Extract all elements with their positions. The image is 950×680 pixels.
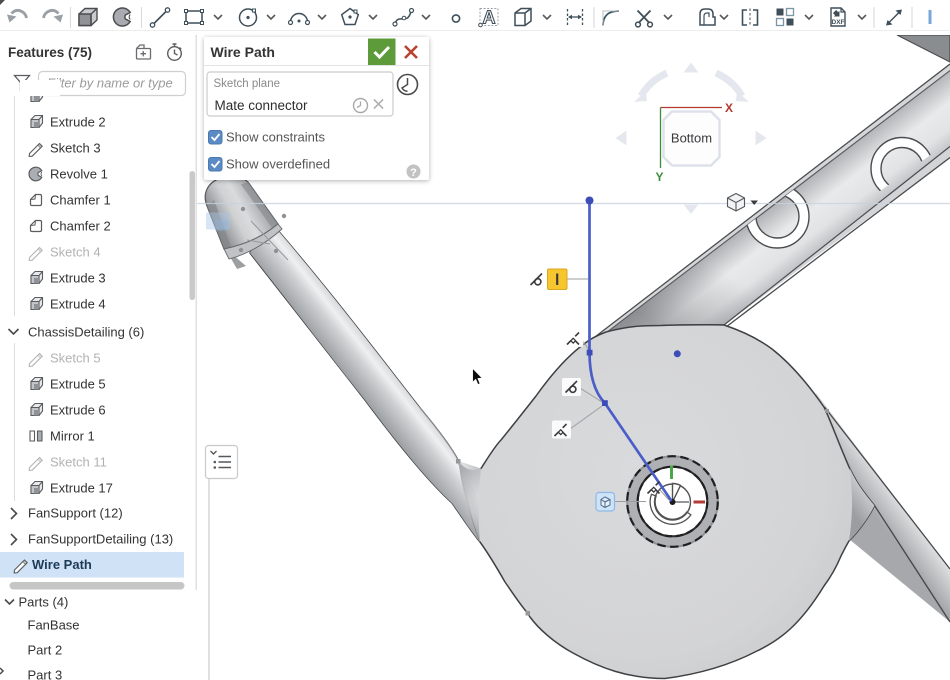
svg-text:Extrude 5: Extrude 5 (50, 377, 106, 392)
svg-text:Show constraints: Show constraints (226, 130, 325, 145)
svg-text:Mirror 1: Mirror 1 (50, 429, 95, 444)
svg-text:Sketch plane: Sketch plane (214, 78, 281, 90)
svg-text:Extrude 2: Extrude 2 (50, 115, 106, 130)
svg-text:FanSupportDetailing (13): FanSupportDetailing (13) (28, 532, 173, 547)
svg-text:Parts (4): Parts (4) (19, 595, 69, 610)
svg-text:Revolve 1: Revolve 1 (50, 167, 108, 182)
svg-text:Wire Path: Wire Path (32, 557, 92, 572)
svg-text:Extrude 6: Extrude 6 (50, 403, 106, 418)
svg-text:Sketch 4: Sketch 4 (50, 245, 101, 260)
svg-text:X: X (725, 101, 733, 115)
svg-text:DXF: DXF (832, 19, 845, 26)
svg-text:?: ? (410, 167, 417, 179)
svg-text:Bottom: Bottom (671, 131, 712, 146)
svg-text:Chamfer 1: Chamfer 1 (50, 193, 111, 208)
svg-text:Extrude 4: Extrude 4 (50, 297, 106, 312)
svg-text:Part 2: Part 2 (28, 643, 63, 658)
svg-text:Chamfer 2: Chamfer 2 (50, 219, 111, 234)
svg-text:A: A (483, 8, 496, 28)
svg-text:Mate connector: Mate connector (215, 98, 309, 113)
svg-text:Part 3: Part 3 (28, 668, 63, 680)
svg-text:Wire Path: Wire Path (211, 44, 275, 60)
svg-text:Filter by name or type: Filter by name or type (47, 76, 173, 91)
svg-text:Sketch 3: Sketch 3 (50, 141, 101, 156)
svg-text:ChassisDetailing (6): ChassisDetailing (6) (28, 325, 144, 340)
svg-text:Show overdefined: Show overdefined (226, 157, 330, 172)
svg-text:FanSupport (12): FanSupport (12) (28, 506, 123, 521)
svg-text:Sketch 11: Sketch 11 (50, 455, 107, 470)
svg-text:Features (75): Features (75) (8, 45, 92, 60)
svg-text:Sketch 5: Sketch 5 (50, 351, 101, 366)
svg-text:Extrude 17: Extrude 17 (50, 481, 113, 496)
svg-text:FanBase: FanBase (28, 618, 80, 633)
svg-text:Y: Y (656, 170, 664, 184)
svg-text:Extrude 3: Extrude 3 (50, 271, 106, 286)
